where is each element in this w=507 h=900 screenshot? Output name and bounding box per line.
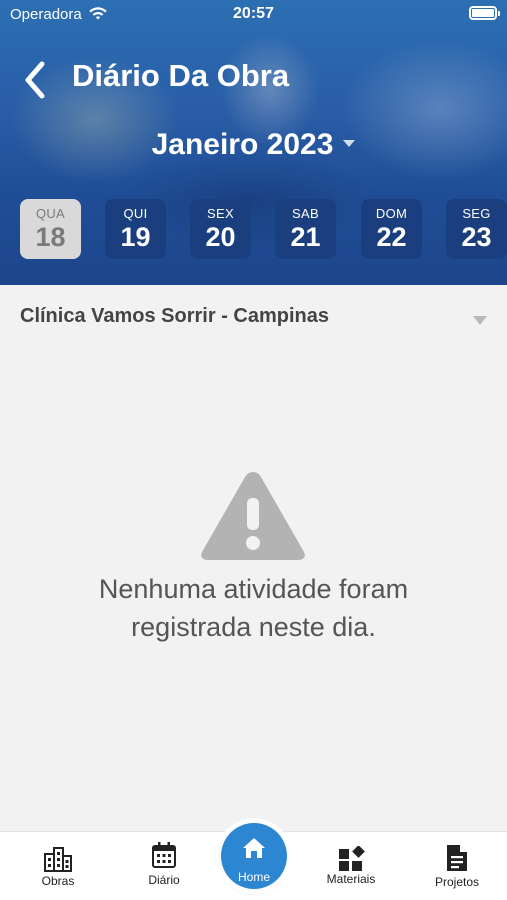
empty-state-line-2: registrada neste dia. — [131, 612, 376, 642]
clock: 20:57 — [233, 5, 274, 22]
day-item[interactable]: QUI 19 — [105, 199, 166, 259]
materials-icon — [339, 846, 365, 871]
month-selector[interactable]: Janeiro 2023 — [0, 128, 507, 162]
empty-state-message: Nenhuma atividade foram registrada neste… — [40, 570, 467, 646]
day-number: 21 — [290, 222, 321, 252]
nav-home-button[interactable]: Home — [221, 823, 287, 889]
back-button[interactable] — [18, 58, 54, 102]
nav-projetos[interactable]: Projetos — [428, 832, 486, 900]
day-item-selected[interactable]: QUA 18 — [20, 199, 81, 259]
day-item[interactable]: SEX 20 — [190, 199, 251, 259]
day-item[interactable]: SEG 23 — [446, 199, 507, 259]
buildings-icon — [44, 847, 72, 872]
site-selector-label: Clínica Vamos Sorrir - Campinas — [20, 305, 329, 327]
nav-projetos-label: Projetos — [434, 875, 480, 889]
day-name: QUI — [123, 206, 148, 221]
nav-obras[interactable]: Obras — [30, 832, 86, 900]
day-number: 18 — [35, 222, 66, 252]
day-item[interactable]: DOM 22 — [361, 199, 422, 259]
nav-materiais-label: Materiais — [326, 872, 376, 886]
header: Operadora 20:57 Diário Da Obra Janeiro 2… — [0, 0, 507, 285]
day-name: SAB — [292, 206, 319, 221]
nav-obras-label: Obras — [41, 874, 75, 888]
nav-diario-label: Diário — [148, 873, 180, 887]
home-icon — [243, 838, 265, 858]
day-name: QUA — [35, 206, 66, 221]
empty-state-line-1: Nenhuma atividade foram — [98, 574, 409, 604]
status-bar: Operadora 20:57 — [0, 0, 507, 30]
day-number: 20 — [205, 222, 236, 252]
chevron-left-icon — [25, 61, 45, 99]
day-name: DOM — [375, 206, 408, 221]
document-icon — [447, 845, 467, 871]
nav-materiais[interactable]: Materiais — [321, 832, 381, 900]
caret-down-icon — [473, 316, 487, 325]
caret-down-icon — [343, 140, 356, 148]
day-number: 22 — [376, 222, 407, 252]
day-name: SEX — [207, 206, 234, 221]
month-label: Janeiro 2023 — [151, 128, 334, 161]
site-selector[interactable]: Clínica Vamos Sorrir - Campinas — [0, 285, 507, 345]
calendar-icon — [152, 842, 176, 868]
nav-diario[interactable]: Diário — [136, 832, 192, 900]
day-number: 23 — [461, 222, 492, 252]
page-title: Diário Da Obra — [72, 58, 290, 93]
day-item[interactable]: SAB 21 — [275, 199, 336, 259]
day-name: SEG — [462, 206, 491, 221]
warning-icon — [201, 472, 305, 560]
day-number: 19 — [120, 222, 151, 252]
nav-home-label: Home — [237, 870, 270, 884]
battery-icon — [469, 6, 500, 20]
